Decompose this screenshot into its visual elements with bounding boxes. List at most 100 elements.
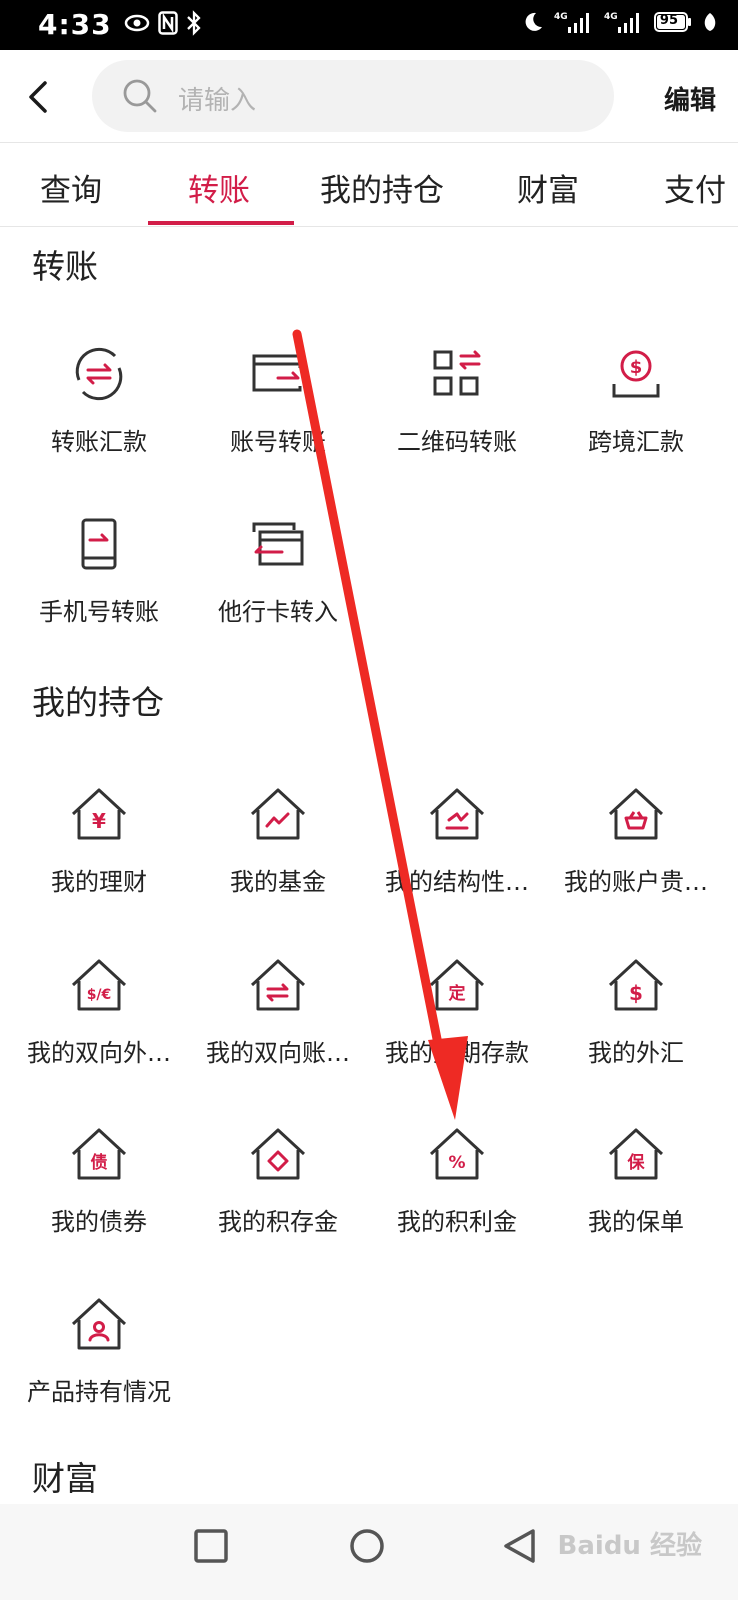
moon-icon xyxy=(525,12,542,31)
product-holdings-overview-item[interactable]: 产品持有情况 xyxy=(7,1294,191,1407)
my-fund-item[interactable]: 我的基金 xyxy=(186,784,370,897)
my-dual-currency-item[interactable]: $/€ 我的双向外… xyxy=(7,955,191,1068)
my-insurance-policy-item[interactable]: 保 我的保单 xyxy=(544,1124,728,1237)
house-diamond-icon xyxy=(250,1128,306,1180)
my-fixed-deposit-label: 我的定期存款 xyxy=(385,1039,529,1067)
edit-button[interactable]: 编辑 xyxy=(664,80,716,117)
section-title-holdings: 我的持仓 xyxy=(32,683,164,722)
my-dual-account-item[interactable]: 我的双向账… xyxy=(186,955,370,1068)
tab-query[interactable]: 查询 xyxy=(40,165,102,210)
my-gold-accumulation-label: 我的积存金 xyxy=(218,1208,338,1236)
signal-4g-icon-2: 4G xyxy=(604,12,639,33)
svg-text:$/€: $/€ xyxy=(87,987,112,1003)
status-right-icons: 4G 4G 95 xyxy=(522,10,718,34)
battery-level: 95 xyxy=(659,13,678,28)
svg-text:%: % xyxy=(448,1153,465,1173)
phone-transfer-item[interactable]: 手机号转账 xyxy=(7,514,191,627)
my-account-precious-metal-label: 我的账户贵… xyxy=(564,868,708,896)
svg-text:$: $ xyxy=(630,357,643,378)
qr-transfer-item[interactable]: 二维码转账 xyxy=(365,344,549,457)
watermark: Baidu 经验 xyxy=(557,1531,702,1561)
search-icon xyxy=(123,79,157,113)
house-chart-icon xyxy=(250,788,306,840)
house-fixed-deposit-icon: 定 xyxy=(429,959,485,1011)
svg-text:¥: ¥ xyxy=(92,809,106,833)
back-nav-button[interactable] xyxy=(502,1528,538,1564)
my-gold-accumulation-item[interactable]: 我的积存金 xyxy=(186,1124,370,1237)
search-input[interactable]: 请输入 xyxy=(92,60,614,132)
other-bank-card-in-label: 他行卡转入 xyxy=(218,598,338,626)
my-account-precious-metal-item[interactable]: 我的账户贵… xyxy=(544,784,728,897)
account-transfer-item[interactable]: 账号转账 xyxy=(186,344,370,457)
my-interest-accumulation-item[interactable]: % 我的积利金 xyxy=(365,1124,549,1237)
qr-transfer-label: 二维码转账 xyxy=(397,428,517,456)
recent-apps-button[interactable] xyxy=(193,1528,229,1564)
card-transfer-icon xyxy=(252,354,302,392)
dollar-coin-icon: $ xyxy=(612,350,660,398)
status-time: 4:33 xyxy=(38,8,112,41)
house-bond-icon: 债 xyxy=(71,1128,127,1180)
my-dual-currency-label: 我的双向外… xyxy=(27,1039,171,1067)
section-title-wealth: 财富 xyxy=(32,1459,98,1498)
my-wealth-management-item[interactable]: ¥ 我的理财 xyxy=(7,784,191,897)
my-bond-label: 我的债券 xyxy=(51,1208,147,1236)
house-dollar-euro-icon: $/€ xyxy=(71,959,127,1011)
tab-holdings[interactable]: 我的持仓 xyxy=(320,165,444,210)
phone-transfer-label: 手机号转账 xyxy=(39,598,159,626)
house-yen-icon: ¥ xyxy=(71,788,127,840)
my-structured-deposit-item[interactable]: 我的结构性… xyxy=(365,784,549,897)
phone-transfer-icon xyxy=(81,518,117,570)
section-title-transfer: 转账 xyxy=(32,247,98,286)
active-tab-indicator xyxy=(148,221,294,225)
transfer-circle-icon xyxy=(75,347,123,401)
my-dual-account-label: 我的双向账… xyxy=(206,1039,350,1067)
house-person-icon xyxy=(71,1298,127,1350)
bluetooth-icon xyxy=(187,10,201,36)
system-navigation-bar: Baidu 经验 xyxy=(0,1504,738,1600)
house-percent-icon: % xyxy=(429,1128,485,1180)
my-forex-label: 我的外汇 xyxy=(588,1039,684,1067)
eye-icon xyxy=(124,14,150,32)
svg-text:4G: 4G xyxy=(554,12,568,22)
house-structured-icon xyxy=(429,788,485,840)
status-bar: 4:33 4G 4G 95 xyxy=(0,0,738,50)
my-forex-item[interactable]: $ 我的外汇 xyxy=(544,955,728,1068)
category-tabs: 查询 转账 我的持仓 财富 支付 xyxy=(0,143,738,227)
header: 请输入 编辑 xyxy=(0,50,738,143)
svg-text:保: 保 xyxy=(627,1152,646,1173)
product-holdings-overview-label: 产品持有情况 xyxy=(27,1378,171,1406)
tab-wealth[interactable]: 财富 xyxy=(517,165,579,210)
chevron-left-icon xyxy=(29,81,47,113)
svg-text:$: $ xyxy=(629,981,643,1005)
house-dollar-icon: $ xyxy=(608,959,664,1011)
svg-text:定: 定 xyxy=(449,983,466,1004)
transfer-remittance-item[interactable]: 转账汇款 xyxy=(7,344,191,457)
my-fixed-deposit-item[interactable]: 定 我的定期存款 xyxy=(365,955,549,1068)
home-button[interactable] xyxy=(349,1528,385,1564)
house-exchange-icon xyxy=(250,959,306,1011)
transfer-remittance-label: 转账汇款 xyxy=(51,428,147,456)
leaf-icon xyxy=(704,13,716,31)
qr-transfer-icon xyxy=(433,350,481,396)
cross-border-remittance-label: 跨境汇款 xyxy=(588,428,684,456)
house-basket-icon xyxy=(608,788,664,840)
status-left-icons xyxy=(124,10,202,36)
my-wealth-management-label: 我的理财 xyxy=(51,868,147,896)
svg-text:债: 债 xyxy=(91,1152,108,1173)
my-fund-label: 我的基金 xyxy=(230,868,326,896)
tab-payment[interactable]: 支付 xyxy=(664,165,726,210)
house-insurance-icon: 保 xyxy=(608,1128,664,1180)
my-interest-accumulation-label: 我的积利金 xyxy=(397,1208,517,1236)
svg-text:4G: 4G xyxy=(604,12,618,22)
tab-transfer[interactable]: 转账 xyxy=(188,165,250,210)
nfc-icon xyxy=(158,11,178,35)
signal-4g-icon: 4G xyxy=(554,12,589,33)
other-bank-card-in-item[interactable]: 他行卡转入 xyxy=(186,514,370,627)
cards-transfer-in-icon xyxy=(252,522,304,566)
cross-border-remittance-item[interactable]: $ 跨境汇款 xyxy=(544,344,728,457)
my-bond-item[interactable]: 债 我的债券 xyxy=(7,1124,191,1237)
search-placeholder: 请输入 xyxy=(178,86,257,116)
my-insurance-policy-label: 我的保单 xyxy=(588,1208,684,1236)
my-structured-deposit-label: 我的结构性… xyxy=(385,868,529,896)
back-button[interactable] xyxy=(18,72,58,122)
